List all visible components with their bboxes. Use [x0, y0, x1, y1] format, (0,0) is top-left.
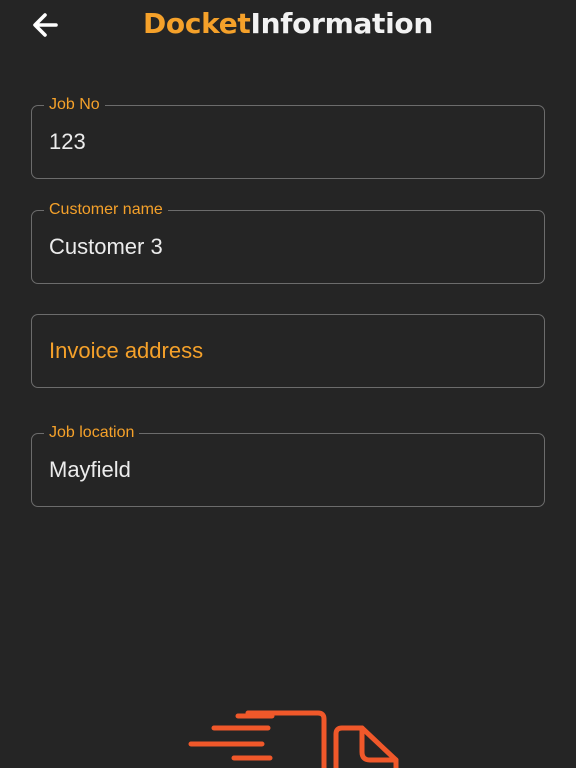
title-part-information: Information — [250, 7, 434, 40]
title-part-docket: Docket — [142, 7, 251, 40]
app-header: DocketInformation — [0, 0, 576, 52]
invoice-address-placeholder[interactable]: Invoice address — [49, 336, 203, 366]
invoice-address-field[interactable]: Invoice address — [31, 314, 545, 388]
customer-name-label: Customer name — [44, 200, 168, 220]
fast-document-delivery-icon — [186, 704, 406, 768]
job-no-field[interactable]: Job No 123 — [31, 95, 545, 179]
job-location-field[interactable]: Job location Mayfield — [31, 423, 545, 507]
customer-name-field[interactable]: Customer name Customer 3 — [31, 200, 545, 284]
job-location-label: Job location — [44, 423, 140, 443]
job-no-label: Job No — [44, 95, 105, 115]
page-title: DocketInformation — [0, 4, 576, 44]
job-location-value[interactable]: Mayfield — [49, 455, 131, 485]
job-no-value[interactable]: 123 — [49, 127, 86, 157]
customer-name-value[interactable]: Customer 3 — [49, 232, 163, 262]
